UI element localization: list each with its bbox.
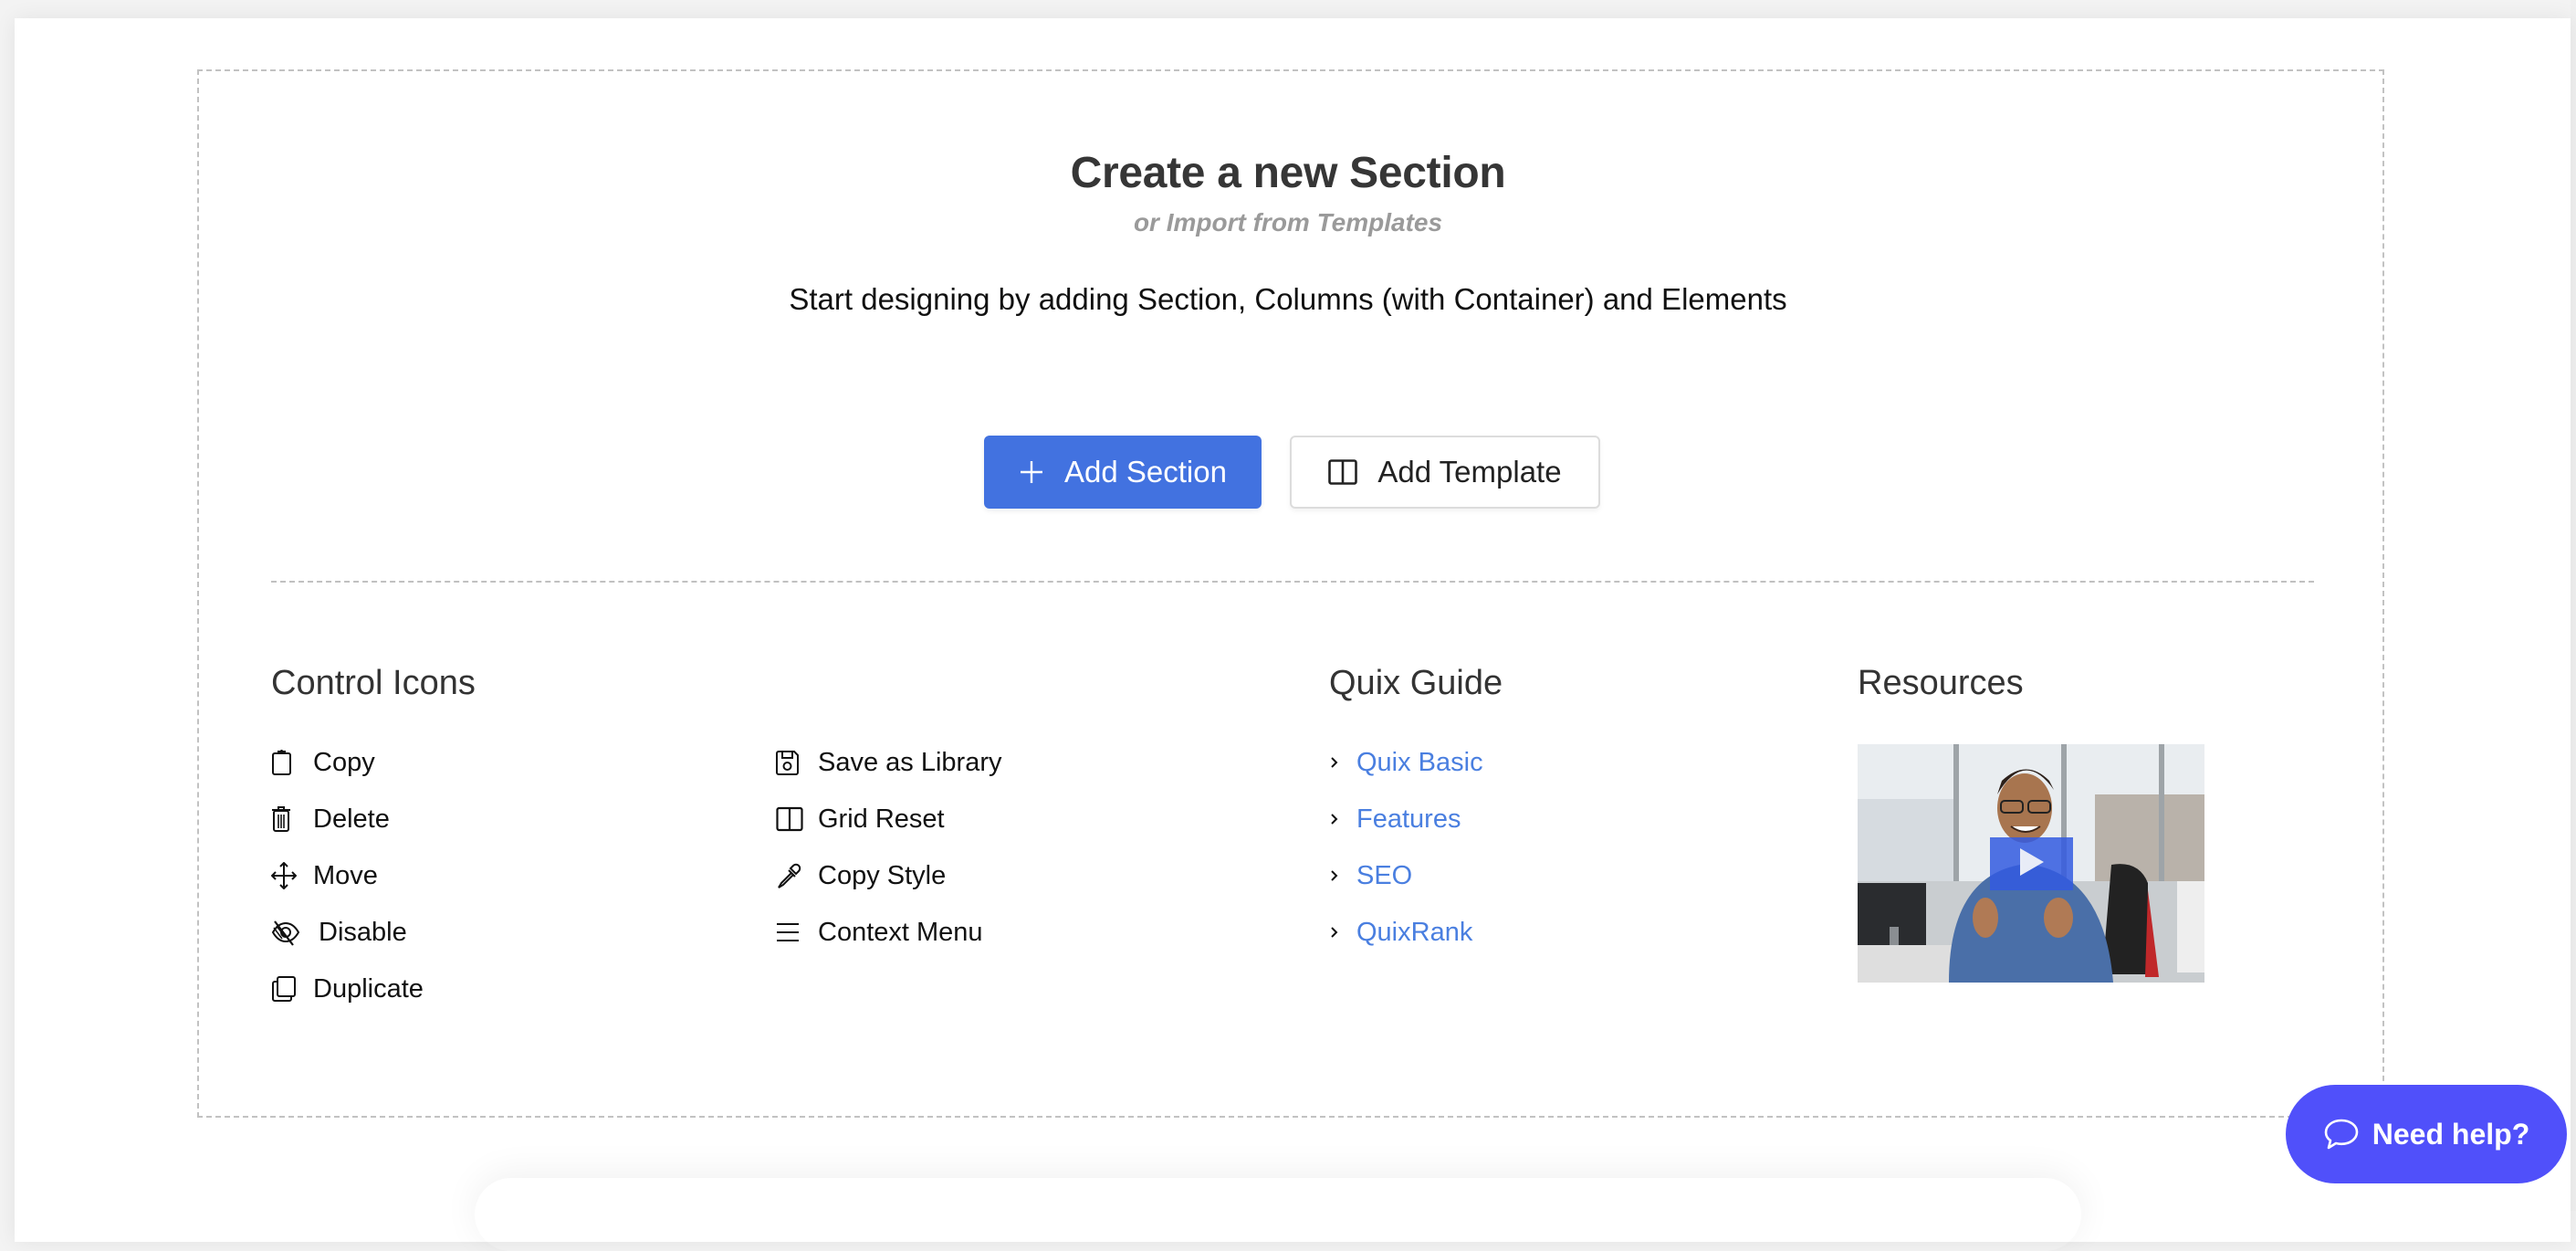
resources-heading: Resources [1858,664,2024,702]
eyedropper-icon [776,862,803,889]
play-icon [2018,846,2046,882]
add-template-button[interactable]: Add Template [1290,436,1600,509]
page-title: Create a new Section [1070,149,1506,197]
control-label: Move [313,860,378,890]
control-item-disable: Disable [271,914,407,951]
guide-link-quixrank[interactable]: QuixRank [1329,914,1472,951]
guide-link-quix-basic[interactable]: Quix Basic [1329,744,1483,781]
plus-icon [1019,459,1044,485]
control-item-copy: Copy [271,744,375,781]
chevron-right-icon [1329,868,1342,883]
chat-bubble-icon [2323,1118,2360,1151]
need-help-button[interactable]: Need help? [2286,1085,2567,1183]
columns-icon [776,806,803,832]
chevron-right-icon [1329,925,1342,940]
play-button[interactable] [1990,837,2073,890]
control-label: Delete [313,804,390,834]
control-icons-heading: Control Icons [271,664,476,702]
control-label: Duplicate [313,973,424,1004]
control-item-duplicate: Duplicate [271,971,424,1007]
floppy-disk-icon [776,750,803,775]
control-item-delete: Delete [271,801,390,837]
eye-slash-icon [271,919,304,946]
trash-icon [271,805,298,833]
control-label: Copy Style [818,860,947,890]
columns-icon [1328,459,1358,485]
section-divider [271,581,2314,583]
control-item-save-as-library: Save as Library [776,744,1002,781]
add-section-label: Add Section [1064,455,1227,489]
import-subtitle: or Import from Templates [1133,208,1443,237]
hamburger-menu-icon [776,920,803,944]
control-item-context-menu: Context Menu [776,914,983,951]
control-label: Disable [319,917,407,947]
quix-guide-heading: Quix Guide [1329,664,1503,702]
next-section-shadow [475,1178,2081,1251]
control-item-grid-reset: Grid Reset [776,801,945,837]
guide-link-label[interactable]: Quix Basic [1356,748,1483,778]
resource-video-thumbnail[interactable] [1858,744,2204,983]
chevron-right-icon [1329,755,1342,770]
control-item-move: Move [271,857,378,894]
control-item-copy-style: Copy Style [776,857,946,894]
add-template-label: Add Template [1377,455,1562,489]
control-label: Save as Library [818,747,1002,777]
duplicate-icon [271,975,298,1003]
description-text: Start designing by adding Section, Colum… [789,282,1787,316]
control-label: Copy [313,747,375,777]
guide-link-label[interactable]: QuixRank [1356,918,1472,948]
move-arrows-icon [271,862,298,889]
guide-link-seo[interactable]: SEO [1329,857,1412,894]
control-label: Grid Reset [818,804,945,834]
add-section-button[interactable]: Add Section [984,436,1262,509]
guide-link-label[interactable]: Features [1356,804,1461,835]
guide-link-label[interactable]: SEO [1356,861,1412,891]
control-label: Context Menu [818,917,983,947]
clipboard-icon [271,749,298,776]
chevron-right-icon [1329,812,1342,826]
need-help-label: Need help? [2372,1117,2530,1151]
guide-link-features[interactable]: Features [1329,801,1461,837]
